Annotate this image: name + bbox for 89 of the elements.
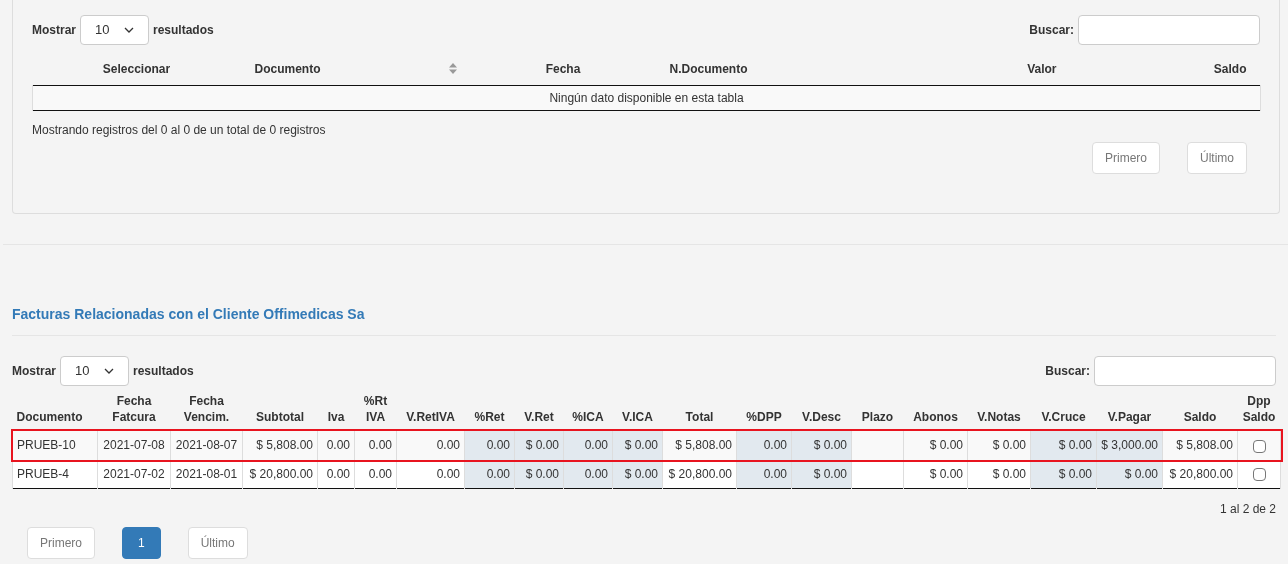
table-cell: 2021-07-02 xyxy=(103,466,165,481)
column-header[interactable]: Fecha Fatcura xyxy=(101,393,167,425)
column-header[interactable]: V.Cruce xyxy=(1034,409,1093,425)
column-header[interactable]: N.Documento xyxy=(669,59,748,78)
table-cell: $ 0.00 xyxy=(1058,466,1092,481)
table-cell: PRUEB-4 xyxy=(17,466,69,481)
empty-table-message: Ningún dato disponible en esta tabla xyxy=(549,90,744,105)
pager-button[interactable]: Último xyxy=(1187,141,1247,174)
pager-button[interactable]: Primero xyxy=(27,527,95,559)
table-cell: 0.00 xyxy=(436,438,460,453)
length-label: resultados xyxy=(133,363,194,380)
column-header[interactable]: V.Ret xyxy=(518,409,560,425)
column-header[interactable]: Dpp Saldo xyxy=(1241,393,1277,425)
row-checkbox[interactable] xyxy=(1252,439,1266,453)
page-length-select[interactable]: 10 xyxy=(60,356,129,386)
table-cell: $ 0.00 xyxy=(992,438,1026,453)
column-header[interactable]: Documento xyxy=(16,409,94,425)
table-cell: $ 0.00 xyxy=(624,466,658,481)
table-cell: $ 0.00 xyxy=(525,466,559,481)
search-field[interactable] xyxy=(1078,15,1260,45)
table-info: Mostrando registros del 0 al 0 de un total de 0 registros xyxy=(32,122,326,137)
column-header[interactable]: Subtotal xyxy=(246,409,314,425)
search-label: Buscar: xyxy=(1029,22,1074,39)
chevron-down-icon xyxy=(104,368,114,374)
table-cell: 0.00 xyxy=(368,466,392,481)
page-length-select[interactable]: 10 xyxy=(80,15,149,45)
table-cell: $ 0.00 xyxy=(992,466,1026,481)
search-field[interactable] xyxy=(1094,356,1276,386)
table-cell: $ 0.00 xyxy=(525,438,559,453)
table-cell: $ 5,808.00 xyxy=(675,438,732,453)
table-cell: $ 5,808.00 xyxy=(256,438,313,453)
table-info: 1 al 2 de 2 xyxy=(1219,501,1276,518)
table-cell: PRUEB-10 xyxy=(17,438,76,453)
table-cell: 0.00 xyxy=(763,438,787,453)
table-cell: $ 0.00 xyxy=(1058,438,1092,453)
table-cell: 0.00 xyxy=(326,438,350,453)
pager-button[interactable]: Primero xyxy=(1091,141,1160,174)
table-cell: $ 5,808.00 xyxy=(1176,438,1233,453)
column-header[interactable]: %Ret xyxy=(468,409,511,425)
table-cell: $ 0.00 xyxy=(813,438,847,453)
table-cell: $ 3,000.00 xyxy=(1101,438,1158,453)
row-checkbox[interactable] xyxy=(1252,468,1266,482)
table-cell: $ 0.00 xyxy=(929,466,963,481)
table-cell: $ 0.00 xyxy=(1124,466,1158,481)
length-label: resultados xyxy=(153,22,214,39)
chevron-down-icon xyxy=(124,27,134,33)
table-cell: 0.00 xyxy=(584,466,608,481)
column-header[interactable]: %Rt IVA xyxy=(358,393,393,425)
table-cell: $ 0.00 xyxy=(929,438,963,453)
table-cell: 2021-08-01 xyxy=(175,466,238,481)
column-header[interactable]: Plazo xyxy=(855,409,900,425)
table-cell: 0.00 xyxy=(326,466,350,481)
length-label: Mostrar xyxy=(32,22,76,39)
column-header[interactable]: Fecha Vencim. xyxy=(174,393,239,425)
table-cell: 0.00 xyxy=(368,438,392,453)
column-header[interactable]: Seleccionar xyxy=(102,59,171,78)
table-cell: 0.00 xyxy=(486,438,510,453)
column-header[interactable]: Documento xyxy=(254,59,321,78)
column-header[interactable]: Saldo xyxy=(1166,409,1234,425)
column-header[interactable]: V.ICA xyxy=(616,409,659,425)
table-cell: $ 20,800.00 xyxy=(1169,466,1233,481)
sort-icon[interactable] xyxy=(448,63,457,75)
table-cell: 0.00 xyxy=(436,466,460,481)
column-header[interactable]: V.Pagar xyxy=(1100,409,1159,425)
column-header[interactable]: Abonos xyxy=(907,409,964,425)
table-cell: 0.00 xyxy=(763,466,787,481)
column-header[interactable]: Fecha xyxy=(545,59,581,78)
table-cell: 0.00 xyxy=(584,438,608,453)
table-cell: $ 20,800.00 xyxy=(249,466,313,481)
column-header[interactable]: %ICA xyxy=(567,409,609,425)
table-cell: $ 0.00 xyxy=(813,466,847,481)
table-cell: 2021-08-07 xyxy=(175,438,238,453)
table-cell: 2021-07-08 xyxy=(103,438,165,453)
column-header[interactable]: Iva xyxy=(321,409,351,425)
column-header[interactable]: V.Notas xyxy=(971,409,1027,425)
column-header[interactable]: Total xyxy=(666,409,733,425)
table-cell: $ 0.00 xyxy=(624,438,658,453)
section-title: Facturas Relacionadas con el Cliente Offimedicas Sa xyxy=(12,306,365,322)
length-label: Mostrar xyxy=(12,363,56,380)
search-label: Buscar: xyxy=(1045,363,1090,380)
pager-button[interactable]: Último xyxy=(187,527,248,559)
table-cell: $ 20,800.00 xyxy=(668,466,732,481)
column-header[interactable]: Saldo xyxy=(1213,59,1247,78)
column-header[interactable]: %DPP xyxy=(740,409,788,425)
table-cell: 0.00 xyxy=(486,466,510,481)
column-header[interactable]: Valor xyxy=(1027,59,1057,78)
page-number-button[interactable]: 1 xyxy=(122,527,161,559)
column-header[interactable]: V.Desc xyxy=(795,409,848,425)
column-header[interactable]: V.RetIVA xyxy=(400,409,461,425)
